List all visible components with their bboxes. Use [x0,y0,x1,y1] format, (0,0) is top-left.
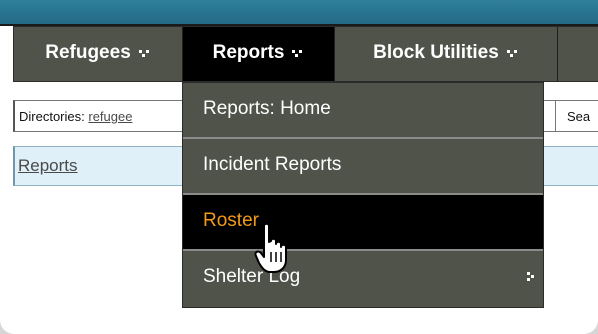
nav-item-label: Refugees [45,42,131,63]
menu-item-incident-reports[interactable]: Incident Reports [183,139,543,195]
top-banner [0,0,598,24]
menu-item-label: Incident Reports [203,154,342,175]
divider [555,101,556,131]
reports-dropdown-menu: Reports: Home Incident Reports Roster Sh… [182,82,544,308]
dropdown-arrow-icon [137,46,151,60]
dropdown-arrow-icon [290,46,304,60]
search-label: Sea [567,109,591,124]
hand-cursor-icon [254,222,287,273]
nav-item-block-utilities[interactable]: Block Utilities [335,27,558,81]
menu-item-reports-home[interactable]: Reports: Home [183,83,543,139]
directory-link-refugee[interactable]: refugee [88,109,132,124]
menu-item-label: Roster [203,210,259,231]
main-navbar: Refugees Reports Block Utilities [13,26,598,82]
app-frame: Refugees Reports Block Utilities Directo… [0,0,598,334]
nav-item-refugees[interactable]: Refugees [14,27,183,81]
menu-item-roster[interactable]: Roster [183,195,543,251]
directories-label: Directories: refugee [19,109,133,124]
nav-item-label: Block Utilities [373,42,499,63]
dropdown-arrow-icon [505,46,519,60]
nav-item-label: Reports [212,42,285,63]
menu-item-shelter-log[interactable]: Shelter Log [183,251,543,307]
nav-item-reports[interactable]: Reports [183,27,335,81]
submenu-arrow-icon [527,272,535,282]
breadcrumb-reports-link[interactable]: Reports [18,156,78,176]
menu-item-label: Reports: Home [203,98,331,119]
